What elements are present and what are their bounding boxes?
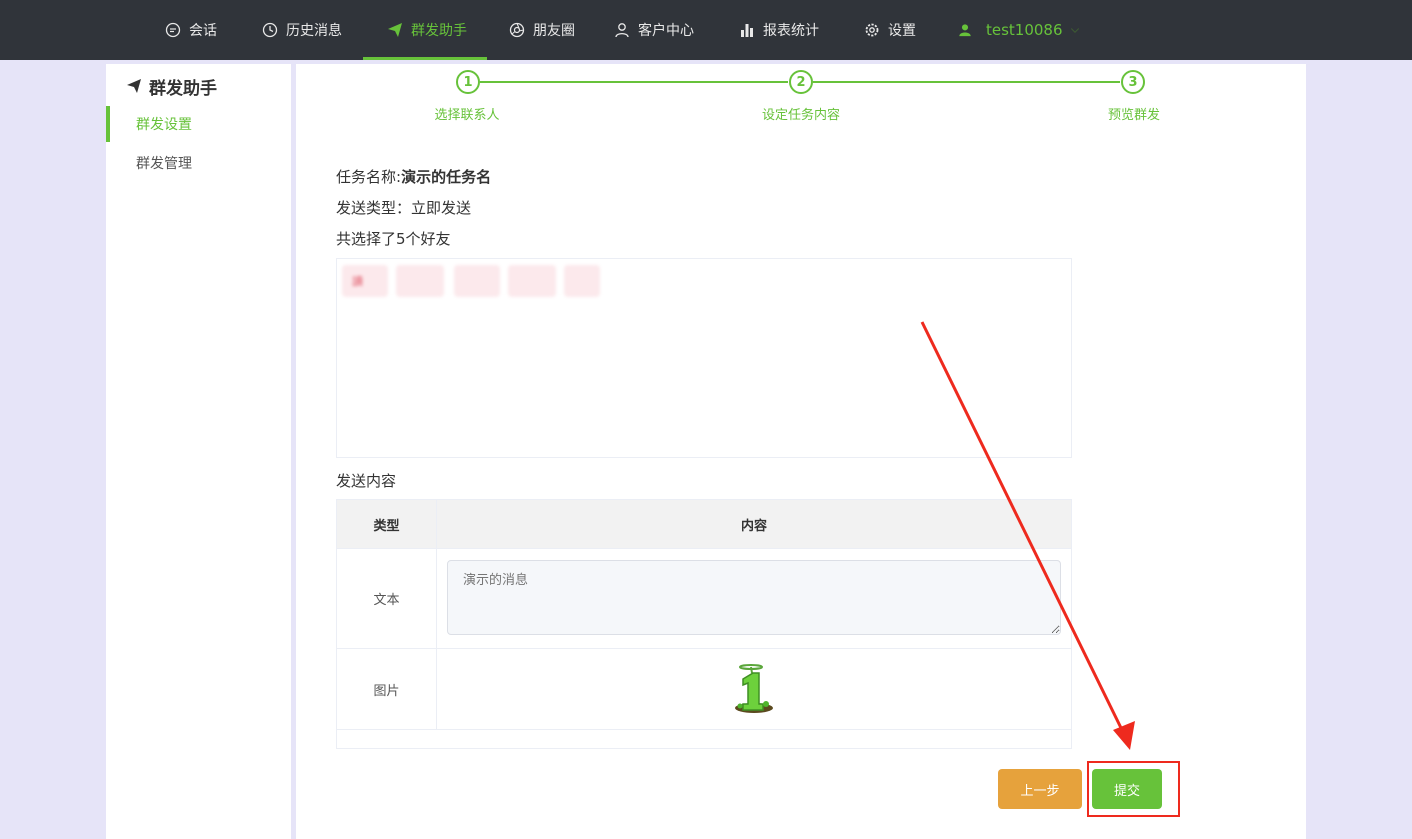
step-2-label: 设定任务内容 <box>761 108 841 123</box>
user-menu[interactable]: test10086 <box>958 0 1081 60</box>
clock-icon <box>262 22 278 38</box>
nav-moments-label: 朋友圈 <box>533 23 575 39</box>
column-header-type: 类型 <box>337 500 436 548</box>
sidebar-item-label: 群发设置 <box>136 117 192 133</box>
step-2-circle: 2 <box>789 70 813 94</box>
image-thumbnail[interactable] <box>730 663 778 715</box>
row-divider <box>337 729 1071 730</box>
user-icon <box>615 23 629 38</box>
nav-settings[interactable]: 设置 <box>864 0 916 60</box>
column-divider <box>436 500 437 729</box>
nav-moments[interactable]: 朋友圈 <box>509 0 575 60</box>
nav-chat[interactable]: 会话 <box>165 0 217 60</box>
nav-history-label: 历史消息 <box>286 23 342 39</box>
paper-plane-icon <box>127 79 141 93</box>
sidebar: 群发助手 群发设置 群发管理 <box>106 64 291 839</box>
nav-chat-label: 会话 <box>189 23 217 39</box>
friend-chip[interactable] <box>454 265 500 297</box>
friend-chip[interactable]: 讀 <box>342 265 388 297</box>
row-type-text: 文本 <box>373 593 400 608</box>
nav-history[interactable]: 历史消息 <box>262 0 342 60</box>
user-icon <box>959 24 971 37</box>
task-name-value: 演示的任务名 <box>401 168 492 186</box>
bar-chart-icon <box>741 24 753 37</box>
step-connector <box>813 81 1120 83</box>
step-number: 1 <box>463 74 473 90</box>
step-number: 2 <box>796 74 806 90</box>
step-1-label: 选择联系人 <box>434 108 500 123</box>
nav-settings-label: 设置 <box>888 23 916 39</box>
top-nav: 会话 历史消息 群发助手 朋友圈 客户中心 报表统计 设置 test10086 <box>0 0 1412 60</box>
chat-bubble-icon <box>165 22 181 38</box>
row-divider <box>337 548 1071 549</box>
sidebar-title-text: 群发助手 <box>149 78 217 99</box>
step-connector <box>480 81 788 83</box>
sidebar-item-label: 群发管理 <box>136 156 192 172</box>
previous-step-button[interactable]: 上一步 <box>998 769 1082 809</box>
step-3-label: 预览群发 <box>1107 108 1161 123</box>
nav-reports-label: 报表统计 <box>763 23 819 39</box>
friend-chip[interactable] <box>508 265 556 297</box>
sidebar-item-broadcast-management[interactable]: 群发管理 <box>106 145 291 181</box>
username: test10086 <box>986 21 1063 39</box>
send-content-label: 发送内容 <box>336 472 397 490</box>
friend-chip-text: 讀 <box>352 275 363 288</box>
chevron-down-icon <box>1070 28 1079 33</box>
task-name-label: 任务名称: <box>336 168 402 186</box>
step-number: 3 <box>1128 74 1138 90</box>
column-header-content: 内容 <box>437 500 1071 548</box>
annotation-highlight-box <box>1087 761 1180 817</box>
friend-chip[interactable] <box>396 265 444 297</box>
gear-icon <box>865 23 879 37</box>
friends-summary: 共选择了5个好友 <box>336 230 451 248</box>
nav-customers-label: 客户中心 <box>638 23 694 39</box>
content-table: 类型 内容 文本 图片 <box>336 499 1072 749</box>
step-1-circle: 1 <box>456 70 480 94</box>
step-3-circle: 3 <box>1121 70 1145 94</box>
task-name: 任务名称:演示的任务名 <box>336 166 491 187</box>
paper-plane-icon <box>388 23 402 37</box>
sidebar-item-broadcast-settings[interactable]: 群发设置 <box>106 106 291 142</box>
image-cell <box>437 649 1071 729</box>
send-type: 发送类型：立即发送 <box>336 199 472 217</box>
selected-friends-box: 讀 <box>336 258 1072 458</box>
nav-reports[interactable]: 报表统计 <box>739 0 819 60</box>
nav-customers[interactable]: 客户中心 <box>614 0 694 60</box>
sidebar-title: 群发助手 <box>126 74 217 99</box>
friend-chip[interactable] <box>564 265 600 297</box>
message-textarea[interactable] <box>447 560 1061 635</box>
nav-broadcast[interactable]: 群发助手 <box>363 0 487 60</box>
aperture-icon <box>509 22 525 38</box>
row-type-image: 图片 <box>373 683 400 699</box>
main-panel: 1 2 3 选择联系人 设定任务内容 预览群发 任务名称:演示的任务名 发送类型… <box>296 64 1306 839</box>
nav-broadcast-label: 群发助手 <box>411 23 467 39</box>
